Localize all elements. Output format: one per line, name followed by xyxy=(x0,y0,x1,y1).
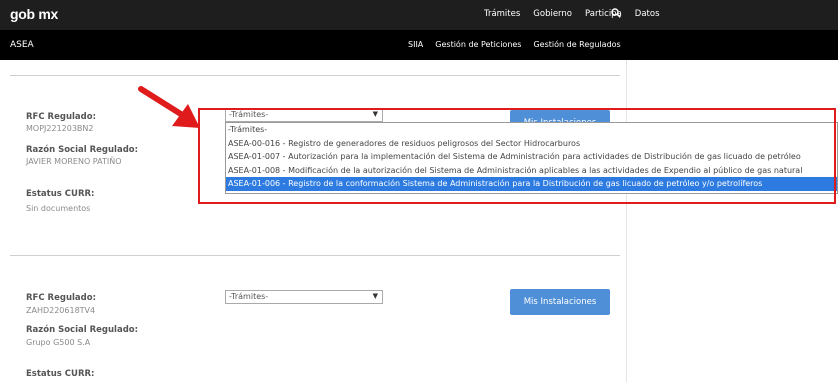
nav-gestion-regulados[interactable]: Gestión de Regulados xyxy=(533,40,620,49)
estatus-value: Sin documentos xyxy=(26,204,91,213)
rfc-label: RFC Regulado: xyxy=(26,112,96,122)
rfc-value: ZAHD220618TV4 xyxy=(26,306,96,315)
nav-datos[interactable]: Datos xyxy=(635,9,660,19)
estatus-label: Estatus CURR: xyxy=(26,189,95,199)
search-icon[interactable] xyxy=(611,8,621,18)
razon-social-value: JAVIER MORENO PATIÑO xyxy=(26,157,122,166)
divider xyxy=(10,75,620,76)
nav-tramites[interactable]: Trámites xyxy=(484,9,520,19)
razon-social-value: Grupo G500 S.A xyxy=(26,338,91,347)
chevron-down-icon: ▼ xyxy=(372,292,378,300)
select-value: -Trámites- xyxy=(229,292,269,301)
mis-instalaciones-button[interactable]: Mis Instalaciones xyxy=(510,289,610,315)
annotation-arrow-icon xyxy=(138,86,200,128)
gobmx-logo[interactable]: gob mx xyxy=(10,6,58,22)
divider xyxy=(10,255,620,256)
top-nav: Trámites Gobierno Participa Datos xyxy=(484,9,660,19)
nav-siia[interactable]: SIIA xyxy=(408,40,423,49)
sub-nav: SIIA Gestión de Peticiones Gestión de Re… xyxy=(408,40,621,49)
estatus-label: Estatus CURR: xyxy=(26,369,95,379)
nav-gobierno[interactable]: Gobierno xyxy=(533,9,572,19)
razon-social-label: Razón Social Regulado: xyxy=(26,325,139,335)
nav-gestion-peticiones[interactable]: Gestión de Peticiones xyxy=(435,40,521,49)
annotation-highlight-box xyxy=(198,108,836,204)
rfc-label: RFC Regulado: xyxy=(26,293,96,303)
top-header: gob mx Trámites Gobierno Participa Datos xyxy=(0,0,838,30)
razon-social-label: Razón Social Regulado: xyxy=(26,145,139,155)
asea-brand[interactable]: ASEA xyxy=(10,40,34,50)
rfc-value: MOPJ221203BN2 xyxy=(26,124,94,133)
sub-header: ASEA SIIA Gestión de Peticiones Gestión … xyxy=(0,30,838,60)
tramites-select[interactable]: -Trámites- ▼ xyxy=(225,290,383,304)
